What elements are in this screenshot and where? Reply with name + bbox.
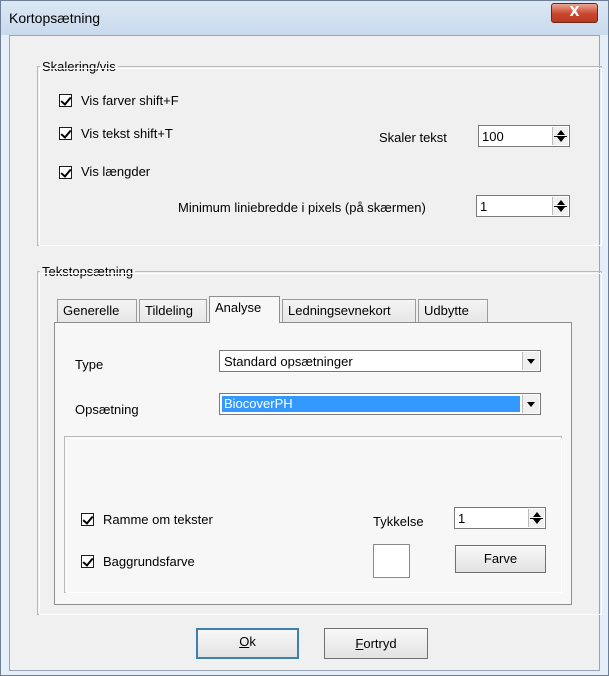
thickness-spinner[interactable]: 1 [454,507,546,529]
show-text-checkbox[interactable] [59,127,72,140]
spin-up-icon[interactable] [557,130,565,135]
chevron-down-icon[interactable] [522,395,539,413]
background-color-checkbox[interactable] [81,555,94,568]
type-dropdown[interactable]: Standard opsætninger [219,350,541,372]
show-text-label: Vis tekst shift+T [81,126,173,141]
spin-down-icon[interactable] [557,137,565,142]
spinner-arrows[interactable] [528,509,544,527]
spinner-arrows[interactable] [552,197,568,215]
tab-generelle[interactable]: Generelle [57,299,137,323]
close-icon: X [569,5,580,20]
min-line-width-value: 1 [480,199,488,214]
spin-down-icon[interactable] [533,519,541,524]
dialog-window: Kortopsætning X Skalering/vis Vis farver… [0,0,609,676]
spin-up-icon[interactable] [557,200,565,205]
setup-dropdown[interactable]: BiocoverPH [219,393,541,415]
spin-down-icon[interactable] [557,207,565,212]
min-line-width-spinner[interactable]: 1 [476,195,570,217]
color-button[interactable]: Farve [455,545,546,573]
scale-text-label: Skaler tekst [379,130,447,145]
scaling-group-label: Skalering/vis [40,59,118,74]
ok-button[interactable]: Ok [196,628,299,659]
dialog-client-area: Skalering/vis Vis farver shift+F Vis tek… [9,35,602,671]
min-line-width-label: Minimum liniebredde i pixels (på skærmen… [178,200,426,215]
window-title: Kortopsætning [9,10,101,26]
frame-text-label: Ramme om tekster [103,512,213,527]
scale-text-spinner[interactable]: 100 [478,125,570,147]
type-value: Standard opsætninger [224,354,353,369]
show-colors-checkbox[interactable] [59,94,72,107]
text-setup-group-label: Tekstopsætning [40,264,136,279]
tab-udbytte[interactable]: Udbytte [418,299,488,323]
close-button[interactable]: X [551,3,598,23]
spin-up-icon[interactable] [533,512,541,517]
background-color-label: Baggrundsfarve [103,554,195,569]
title-bar[interactable]: Kortopsætning X [1,1,608,35]
spinner-arrows[interactable] [552,127,568,145]
show-lengths-label: Vis længder [81,164,151,179]
type-label: Type [75,357,104,372]
setup-value: BiocoverPH [222,396,520,412]
chevron-down-icon[interactable] [522,352,539,370]
tab-ledningsevnekort[interactable]: Ledningsevnekort [282,299,416,323]
scale-text-value: 100 [482,129,504,144]
frame-text-checkbox[interactable] [81,513,94,526]
thickness-value: 1 [458,511,466,526]
cancel-button[interactable]: Fortryd [324,628,428,659]
show-lengths-checkbox[interactable] [59,166,72,179]
tab-tildeling[interactable]: Tildeling [139,299,207,323]
thickness-label: Tykkelse [373,514,424,529]
show-colors-label: Vis farver shift+F [81,93,179,108]
setup-label: Opsætning [75,402,139,417]
tab-analyse[interactable]: Analyse [209,296,280,323]
background-color-swatch [373,544,410,578]
